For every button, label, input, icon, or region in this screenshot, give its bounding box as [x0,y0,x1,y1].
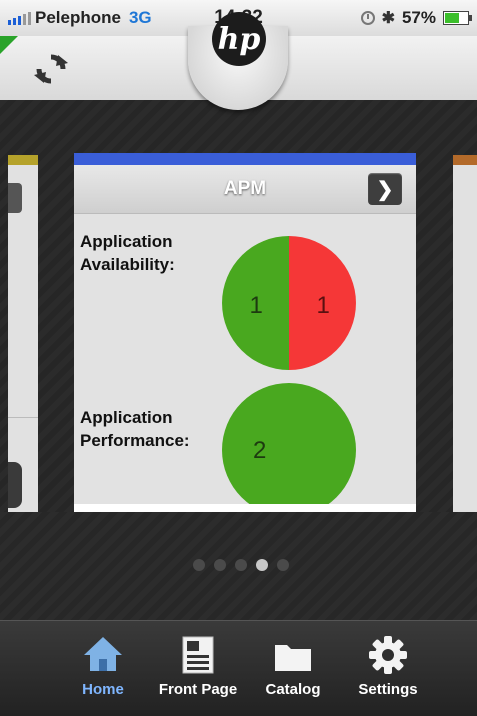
home-icon [84,637,122,671]
tab-bar: Home Front Page Catalog Settings [0,620,477,716]
battery-percent: 57% [401,8,436,27]
pie-slice-value: 1 [250,292,263,319]
chevron-right-icon: ❯ [376,178,394,201]
next-card[interactable] [453,155,477,512]
pager-area [0,512,477,620]
tab-front-page[interactable]: Front Page [150,621,246,716]
tab-catalog[interactable]: Catalog [256,621,330,716]
card-next-button[interactable]: ❯ [368,173,402,205]
tab-settings-label: Settings [358,681,418,698]
bluetooth-icon: ✱ [381,10,395,27]
tab-home-label: Home [82,681,124,698]
pie-slice[interactable] [222,383,356,517]
hp-logo-text: hp [217,21,261,57]
previous-card-button [8,183,22,213]
tab-catalog-label: Catalog [265,681,321,698]
availability-label-line2: Availability: [80,255,175,274]
corner-indicator [0,36,18,54]
carrier-name: Pelephone [35,8,121,27]
card-header: APM ❯ [74,165,416,214]
folder-icon [275,645,311,671]
page-dot[interactable] [193,559,205,571]
card-title: APM [223,178,267,199]
page-dot[interactable] [214,559,226,571]
availability-pie-chart[interactable]: 11 [221,235,357,371]
card-footer [74,504,416,512]
gear-icon [369,636,407,674]
tab-home[interactable]: Home [68,621,138,716]
battery-icon [443,11,472,25]
network-type: 3G [128,8,152,27]
divider [8,417,38,418]
front-page-icon [182,636,214,674]
tab-front-page-label: Front Page [158,681,238,698]
clock-icon [360,11,375,25]
previous-card[interactable] [8,155,38,512]
performance-label: Application Performance: [80,406,190,452]
performance-pie-chart[interactable]: 2 [221,382,357,518]
pie-slice-value: 1 [317,292,330,319]
previous-card-pill [8,462,22,508]
apm-card[interactable]: APM ❯ Application Availability: 11 Appli… [74,153,416,517]
page-indicator[interactable] [193,559,289,571]
pie-slice-value: 2 [253,437,266,464]
signal-icon [8,11,31,25]
performance-label-line1: Application [80,408,173,427]
page-dot[interactable] [256,559,268,571]
hp-logo: hp [212,12,266,66]
tab-settings[interactable]: Settings [350,621,426,716]
availability-label-line1: Application [80,232,173,251]
page-dot[interactable] [235,559,247,571]
page-dot[interactable] [277,559,289,571]
refresh-icon[interactable] [34,52,68,86]
availability-label: Application Availability: [80,230,175,276]
performance-label-line2: Performance: [80,431,190,450]
